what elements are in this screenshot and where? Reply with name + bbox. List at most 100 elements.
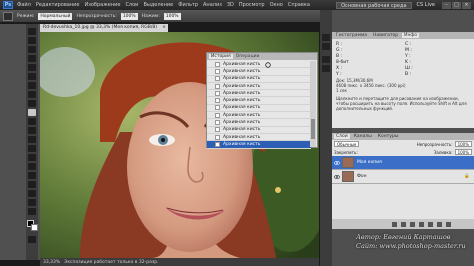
panel-icon-column (320, 10, 332, 266)
close-document-icon[interactable]: × (162, 24, 166, 32)
add-mask-icon[interactable] (410, 221, 415, 227)
menu-item[interactable]: Слои (125, 2, 138, 8)
clone-stamp-tool-icon[interactable] (28, 100, 36, 107)
crop-tool-icon[interactable] (28, 64, 36, 71)
hand-tool-icon[interactable] (28, 199, 36, 206)
info-panel: Гистограмма Навигатор Инфо R : G : B : 8… (332, 32, 474, 128)
fill-input[interactable]: 100% (454, 149, 472, 155)
visibility-eye-icon[interactable] (334, 174, 340, 180)
new-layer-icon[interactable] (437, 221, 442, 227)
history-state-item[interactable]: Архивная кисть (207, 76, 311, 83)
clone-source-panel-icon[interactable] (322, 65, 330, 72)
history-state-item[interactable]: Архивная кисть (207, 112, 311, 120)
cs-live-button[interactable]: CS Live (417, 2, 435, 8)
history-state-item[interactable]: Архивная кисть (207, 61, 311, 69)
menu-item[interactable]: Окно (270, 2, 283, 8)
pen-tool-icon[interactable] (28, 154, 36, 161)
tab-channels[interactable]: Каналы (352, 134, 374, 139)
quick-select-tool-icon[interactable] (28, 55, 36, 62)
history-state-label: Архивная кисть (223, 76, 261, 82)
marquee-tool-icon[interactable] (28, 37, 36, 44)
menu-item[interactable]: 3D (227, 2, 234, 8)
history-brush-icon (215, 98, 220, 104)
brush-tool-icon[interactable] (28, 91, 36, 98)
tab-actions[interactable]: Операции (236, 54, 260, 59)
status-info: Экспозиция работает только в 32-разр. (64, 259, 159, 265)
link-layers-icon[interactable] (392, 221, 397, 227)
history-scroll-thumb[interactable] (311, 119, 315, 139)
history-state-item[interactable]: Архивная кисть (207, 83, 311, 91)
menu-item[interactable]: Анализ (203, 2, 222, 8)
tab-info[interactable]: Инфо (402, 33, 420, 38)
actions-panel-icon[interactable] (322, 43, 330, 50)
history-scrollbar[interactable] (310, 61, 316, 147)
history-state-item[interactable]: Архивная кисть (207, 68, 311, 76)
minimize-icon[interactable]: – (442, 1, 451, 9)
layer-row-copy[interactable]: Моя копия (332, 156, 474, 170)
tab-navigator[interactable]: Навигатор (371, 33, 400, 38)
zoom-tool-icon[interactable] (28, 208, 36, 215)
layer-opacity-input[interactable]: 100% (454, 141, 472, 147)
history-state-item[interactable]: Архивная кисть (207, 134, 311, 142)
menu-item[interactable]: Выделение (143, 2, 173, 8)
menu-item[interactable]: Справка (288, 2, 310, 8)
delete-layer-icon[interactable] (446, 221, 451, 227)
menu-item[interactable]: Фильтр (178, 2, 198, 8)
brush-panel-icon[interactable] (322, 56, 330, 63)
menu-item[interactable]: Просмотр (239, 2, 265, 8)
type-tool-icon[interactable] (28, 163, 36, 170)
history-state-item[interactable]: Архивная кисть (207, 141, 311, 149)
adjustment-layer-icon[interactable] (419, 221, 424, 227)
zoom-level[interactable]: 33,33% (43, 260, 60, 265)
3d-rotate-tool-icon[interactable] (28, 190, 36, 197)
lasso-tool-icon[interactable] (28, 46, 36, 53)
blur-tool-icon[interactable] (28, 136, 36, 143)
opacity-input[interactable]: 100% (120, 12, 138, 20)
maximize-icon[interactable]: □ (452, 1, 461, 9)
flow-input[interactable]: 100% (163, 12, 181, 20)
menu-item[interactable]: Изображение (84, 2, 120, 8)
history-state-item[interactable]: Архивная кисть (207, 105, 311, 113)
workspace-switcher[interactable]: Основная рабочая среда (336, 1, 412, 9)
watermark: Автор: Евгений Карташов Сайт: www.photos… (356, 233, 466, 251)
tab-paths[interactable]: Контуры (376, 134, 401, 139)
layer-thumbnail (342, 157, 354, 168)
menu-bar: Файл Редактирование Изображение Слои Выделен… (17, 2, 315, 8)
history-state-item[interactable]: Архивная кисть (207, 119, 311, 127)
mode-label: Режим: (17, 13, 35, 19)
shape-tool-icon[interactable] (28, 181, 36, 188)
document-tab[interactable]: Rd-devushka_10.jpg @ 33,3% (Моя копия, R… (40, 24, 168, 32)
dodge-tool-icon[interactable] (28, 145, 36, 152)
eraser-tool-icon[interactable] (28, 118, 36, 125)
visibility-eye-icon[interactable] (334, 160, 340, 166)
quick-mask-icon[interactable] (28, 236, 36, 243)
tab-histogram[interactable]: Гистограмма (334, 33, 369, 38)
tab-history[interactable]: История (209, 54, 233, 59)
menu-item[interactable]: Файл (17, 2, 31, 8)
eyedropper-tool-icon[interactable] (28, 73, 36, 80)
history-brush-icon (215, 134, 220, 140)
layer-style-icon[interactable] (401, 221, 406, 227)
healing-brush-tool-icon[interactable] (28, 82, 36, 89)
history-state-item[interactable]: Архивная кисть (207, 90, 311, 98)
history-brush-icon (215, 105, 220, 111)
history-brush-icon (215, 120, 220, 126)
blend-mode-select[interactable]: Обычные (334, 141, 360, 147)
history-state-item[interactable]: Архивная кисть (207, 127, 311, 134)
history-brush-tool-icon[interactable] (28, 109, 36, 116)
history-brush-icon (215, 83, 220, 89)
background-color-swatch[interactable] (31, 224, 38, 231)
close-icon[interactable]: × (462, 1, 471, 9)
new-group-icon[interactable] (428, 221, 433, 227)
gradient-tool-icon[interactable] (28, 127, 36, 134)
mode-select[interactable]: Нормальный (38, 12, 73, 20)
history-panel-icon[interactable] (322, 34, 330, 41)
tab-layers[interactable]: Слои (334, 134, 350, 139)
path-select-tool-icon[interactable] (28, 172, 36, 179)
history-state-item[interactable]: Архивная кисть (207, 97, 311, 105)
move-tool-icon[interactable] (28, 28, 36, 35)
history-panel-header: История Операции (207, 53, 317, 60)
history-brush-tool-icon[interactable] (3, 11, 13, 21)
menu-item[interactable]: Редактирование (36, 2, 80, 8)
layer-row-background[interactable]: Фон 🔒 (332, 170, 474, 184)
